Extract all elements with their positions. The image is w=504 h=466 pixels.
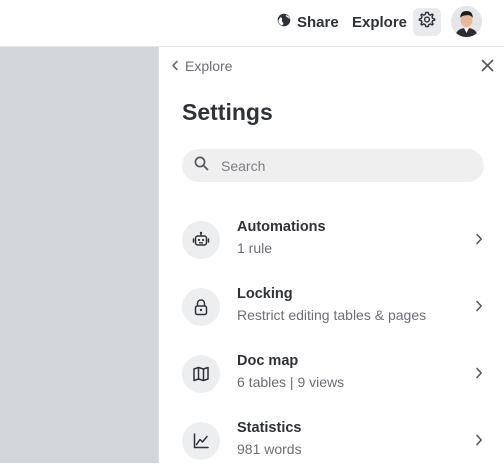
top-bar: Share Explore xyxy=(0,0,504,47)
robot-icon xyxy=(182,221,220,259)
chevron-right-icon xyxy=(472,232,486,246)
lock-icon xyxy=(182,288,220,326)
settings-item-automations[interactable]: Automations 1 rule xyxy=(182,215,492,265)
explore-button[interactable]: Explore xyxy=(352,11,407,33)
search-icon xyxy=(194,156,209,176)
settings-item-statistics[interactable]: Statistics 981 words xyxy=(182,416,492,466)
document-canvas xyxy=(0,47,158,463)
map-icon xyxy=(182,355,220,393)
settings-panel: Explore Settings Automations 1 xyxy=(158,47,504,463)
back-to-explore-link[interactable]: Explore xyxy=(171,58,232,74)
share-button[interactable]: Share xyxy=(277,11,339,33)
chevron-right-icon xyxy=(472,433,486,447)
settings-item-doc-map[interactable]: Doc map 6 tables | 9 views xyxy=(182,349,492,399)
chevron-right-icon xyxy=(472,299,486,313)
close-button[interactable] xyxy=(477,58,497,78)
chevron-left-icon xyxy=(171,58,179,74)
search-input[interactable] xyxy=(219,156,473,175)
gear-icon xyxy=(418,11,436,34)
share-label: Share xyxy=(297,13,339,31)
settings-button[interactable] xyxy=(413,8,441,36)
item-subtitle: 1 rule xyxy=(237,240,273,256)
item-title: Locking xyxy=(237,286,293,302)
item-title: Automations xyxy=(237,219,326,235)
search-bar[interactable] xyxy=(182,149,484,182)
item-title: Statistics xyxy=(237,420,302,436)
avatar[interactable] xyxy=(451,6,482,37)
settings-item-locking[interactable]: Locking Restrict editing tables & pages xyxy=(182,282,492,332)
item-subtitle: 981 words xyxy=(237,441,302,457)
chart-icon xyxy=(182,422,220,460)
item-subtitle: Restrict editing tables & pages xyxy=(237,307,427,323)
close-icon xyxy=(481,59,494,77)
globe-icon xyxy=(277,13,291,32)
chevron-right-icon xyxy=(472,366,486,380)
item-title: Doc map xyxy=(237,353,299,369)
panel-title: Settings xyxy=(182,99,273,125)
back-label: Explore xyxy=(185,58,233,74)
item-subtitle: 6 tables | 9 views xyxy=(237,374,345,390)
